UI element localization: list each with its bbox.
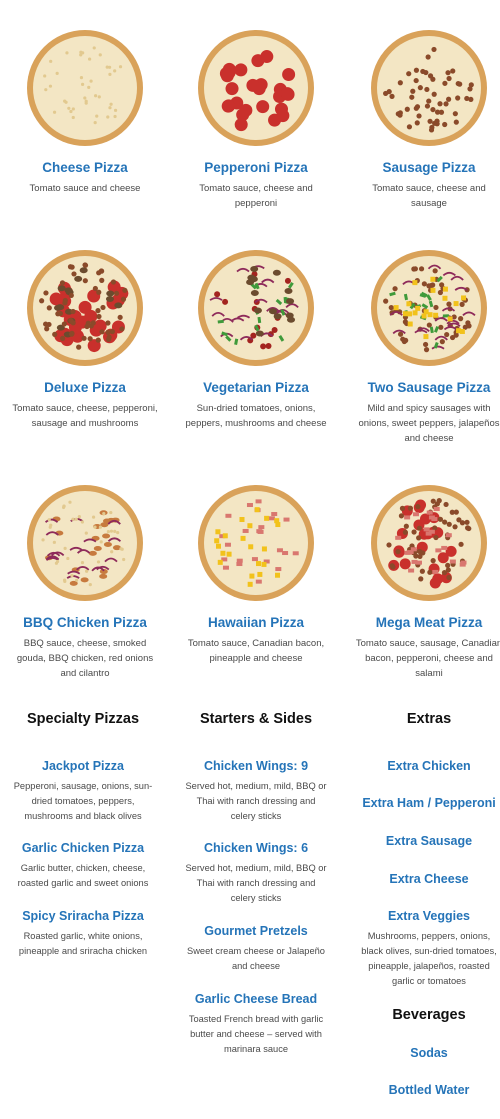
pizza-description: BBQ sauce, cheese, smoked gouda, BBQ chi… [16, 638, 154, 679]
pizza-image[interactable] [369, 483, 489, 603]
menu-item[interactable]: Gourmet Pretzels Sweet cream cheese or J… [173, 923, 339, 974]
pizza-card-sausage[interactable]: Sausage Pizza Tomato sauce, cheese and s… [346, 28, 500, 209]
pizza-card-bbq-chicken[interactable]: BBQ Chicken Pizza BBQ sauce, cheese, smo… [2, 483, 168, 679]
menu-item-name[interactable]: Extra Ham / Pepperoni [346, 795, 500, 812]
pizza-description: Tomato sauce and cheese [29, 183, 141, 194]
pizza-image[interactable] [25, 28, 145, 148]
menu-item-name[interactable]: Extra Sausage [346, 833, 500, 850]
menu-item[interactable]: Garlic Cheese Bread Toasted French bread… [173, 991, 339, 1057]
menu-item-name[interactable]: Spicy Sriracha Pizza [0, 908, 166, 925]
menu-item-description: Mushrooms, peppers, onions, black olives… [361, 931, 497, 986]
menu-item[interactable]: Chicken Wings: 6 Served hot, medium, mil… [173, 840, 339, 906]
menu-item-name[interactable]: Garlic Chicken Pizza [0, 840, 166, 857]
menu-item[interactable]: Jackpot Pizza Pepperoni, sausage, onions… [0, 758, 166, 824]
menu-item-name[interactable]: Extra Veggies [346, 908, 500, 925]
menu-item-description: Garlic butter, chicken, cheese, roasted … [17, 863, 149, 888]
pizza-row: Deluxe Pizza Tomato sauce, cheese, peppe… [0, 248, 500, 483]
pizza-description: Tomato sauce, cheese and sausage [372, 183, 486, 209]
menu-item[interactable]: Extra Chicken [346, 758, 500, 775]
pizza-row: BBQ Chicken Pizza BBQ sauce, cheese, smo… [0, 483, 500, 718]
pizza-name[interactable]: Sausage Pizza [346, 160, 500, 175]
menu-item[interactable]: Extra Cheese [346, 871, 500, 888]
menu-item-description: Served hot, medium, mild, BBQ or Thai wi… [185, 863, 327, 903]
menu-item-name[interactable]: Chicken Wings: 6 [173, 840, 339, 857]
menu-item-name[interactable]: Gourmet Pretzels [173, 923, 339, 940]
pizza-card-pepperoni[interactable]: Pepperoni Pizza Tomato sauce, cheese and… [173, 28, 339, 209]
starters-sides-heading: Starters & Sides [199, 711, 313, 727]
menu-item[interactable]: Garlic Chicken Pizza Garlic butter, chic… [0, 840, 166, 891]
pizza-card-mega-meat[interactable]: Mega Meat Pizza Tomato sauce, sausage, C… [346, 483, 500, 679]
pizza-image[interactable] [196, 483, 316, 603]
menu-item[interactable]: Extra Ham / Pepperoni [346, 795, 500, 812]
pizza-image[interactable] [25, 248, 145, 368]
pizza-description: Tomato sauce, sausage, Canadian bacon, p… [355, 638, 500, 679]
menu-item[interactable]: Chicken Wings: 9 Served hot, medium, mil… [173, 758, 339, 824]
menu-item-description: Sweet cream cheese or Jalapeño and chees… [187, 946, 325, 971]
pizza-name[interactable]: Two Sausage Pizza [346, 380, 500, 395]
menu-item[interactable]: Sodas [346, 1045, 500, 1062]
menu-item[interactable]: Spicy Sriracha Pizza Roasted garlic, whi… [0, 908, 166, 959]
pizza-image[interactable] [25, 483, 145, 603]
pizza-name[interactable]: Deluxe Pizza [2, 380, 168, 395]
specialty-pizzas-heading: Specialty Pizzas [26, 711, 140, 727]
pizza-card-vegetarian[interactable]: Vegetarian Pizza Sun-dried tomatoes, oni… [173, 248, 339, 429]
starters-sides-column: Starters & Sides Chicken Wings: 9 Served… [173, 708, 339, 1088]
pizza-card-two-sausage[interactable]: Two Sausage Pizza Mild and spicy sausage… [346, 248, 500, 444]
menu-item[interactable]: Bottled Water [346, 1082, 500, 1099]
pizza-description: Sun-dried tomatoes, onions, peppers, mus… [185, 403, 327, 429]
pizza-image[interactable] [369, 248, 489, 368]
menu-item-description: Roasted garlic, white onions, pineapple … [18, 931, 148, 956]
pizza-name[interactable]: BBQ Chicken Pizza [2, 615, 168, 630]
menu-item[interactable]: Extra Sausage [346, 833, 500, 850]
pizza-card-cheese[interactable]: Cheese Pizza Tomato sauce and cheese [2, 28, 168, 194]
menu-item-name[interactable]: Bottled Water [346, 1082, 500, 1099]
pizza-description: Tomato sauce, cheese and pepperoni [199, 183, 313, 209]
menu-item-description: Toasted French bread with garlic butter … [188, 1014, 324, 1054]
pizza-description: Mild and spicy sausages with onions, swe… [358, 403, 500, 444]
extras-column: Extras Extra Chicken Extra Ham / Peppero… [346, 708, 500, 1108]
menu-item-name[interactable]: Chicken Wings: 9 [173, 758, 339, 775]
pizza-name[interactable]: Hawaiian Pizza [173, 615, 339, 630]
beverages-heading: Beverages [392, 1007, 466, 1023]
menu-item-name[interactable]: Extra Chicken [346, 758, 500, 775]
pizza-description: Tomato sauce, Canadian bacon, pineapple … [187, 638, 325, 664]
extras-heading: Extras [406, 711, 452, 727]
pizza-name[interactable]: Vegetarian Pizza [173, 380, 339, 395]
pizza-image[interactable] [196, 28, 316, 148]
pizza-name[interactable]: Pepperoni Pizza [173, 160, 339, 175]
pizza-image[interactable] [196, 248, 316, 368]
specialty-pizzas-column: Specialty Pizzas Jackpot Pizza Pepperoni… [0, 708, 166, 1008]
pizza-name[interactable]: Cheese Pizza [2, 160, 168, 175]
menu-item-name[interactable]: Sodas [346, 1045, 500, 1062]
pizza-card-hawaiian[interactable]: Hawaiian Pizza Tomato sauce, Canadian ba… [173, 483, 339, 664]
menu-item-name[interactable]: Extra Cheese [346, 871, 500, 888]
menu-item-name[interactable]: Jackpot Pizza [0, 758, 166, 775]
pizza-name[interactable]: Mega Meat Pizza [346, 615, 500, 630]
menu-item[interactable]: Extra Veggies Mushrooms, peppers, onions… [346, 908, 500, 989]
pizza-description: Tomato sauce, cheese, pepperoni, sausage… [12, 403, 158, 429]
menu-item-name[interactable]: Garlic Cheese Bread [173, 991, 339, 1008]
pizza-card-deluxe[interactable]: Deluxe Pizza Tomato sauce, cheese, peppe… [2, 248, 168, 429]
pizza-row: Cheese Pizza Tomato sauce and cheese Pep… [0, 28, 500, 263]
menu-item-description: Served hot, medium, mild, BBQ or Thai wi… [185, 781, 327, 821]
menu-item-description: Pepperoni, sausage, onions, sun-dried to… [13, 781, 153, 821]
pizza-image[interactable] [369, 28, 489, 148]
